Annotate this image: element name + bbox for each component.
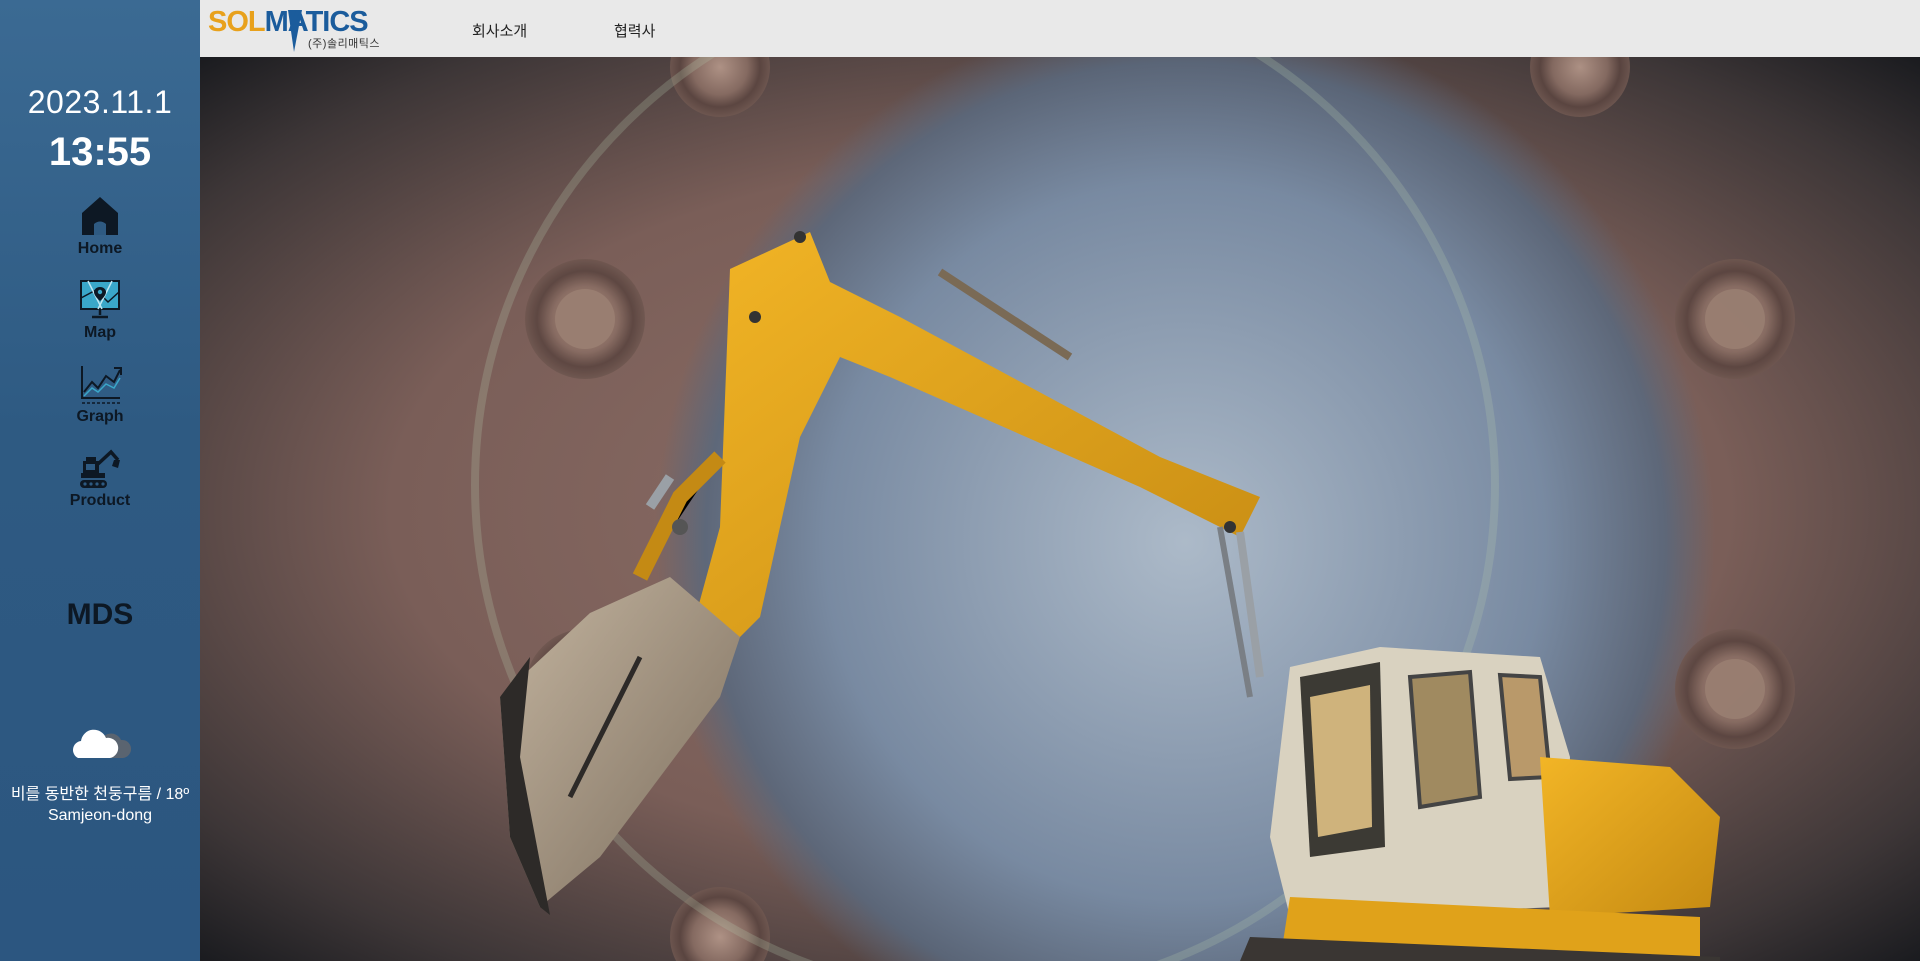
nav-graph[interactable]: Graph: [40, 362, 160, 440]
clock-date: 2023.11.1: [27, 84, 173, 120]
top-navigation-bar: SOLMATICS (주)솔리매틱스 회사소개 협력사: [200, 0, 1920, 58]
clock-time: 13:55: [48, 130, 152, 174]
nav-product[interactable]: Product: [40, 446, 160, 524]
nav-map[interactable]: Map: [40, 278, 160, 356]
weather-location: Samjeon-dong: [47, 807, 153, 824]
sidebar: 2023.11.1 13:55 Home Map Graph Product M…: [0, 0, 200, 961]
menu-company-intro[interactable]: 회사소개: [472, 20, 527, 41]
weather-info: 비를 동반한 천둥구름 / 18º Samjeon-dong: [0, 784, 200, 826]
home-icon: [82, 197, 118, 235]
excavator-illustration: [500, 231, 1720, 961]
nav-graph-label: Graph: [76, 408, 124, 425]
nav-product-label: Product: [69, 492, 131, 509]
map-icon: [80, 280, 120, 319]
nav-home-label: Home: [77, 240, 123, 257]
nav-home[interactable]: Home: [40, 194, 160, 272]
section-title-mds: MDS: [66, 598, 134, 631]
cloud-icon: [73, 729, 132, 758]
excavator-icon: [80, 449, 120, 488]
graph-icon: [81, 366, 122, 404]
logo-subtitle: (주)솔리매틱스: [308, 38, 381, 50]
menu-partners[interactable]: 협력사: [614, 20, 655, 41]
nav-map-label: Map: [84, 324, 116, 341]
hero-banner-excavator-image: [200, 57, 1920, 961]
hero-illustration: [471, 57, 1795, 961]
weather-description: 비를 동반한 천둥구름 / 18º: [10, 786, 190, 803]
solmatics-logo[interactable]: SOLMATICS (주)솔리매틱스: [206, 4, 388, 52]
